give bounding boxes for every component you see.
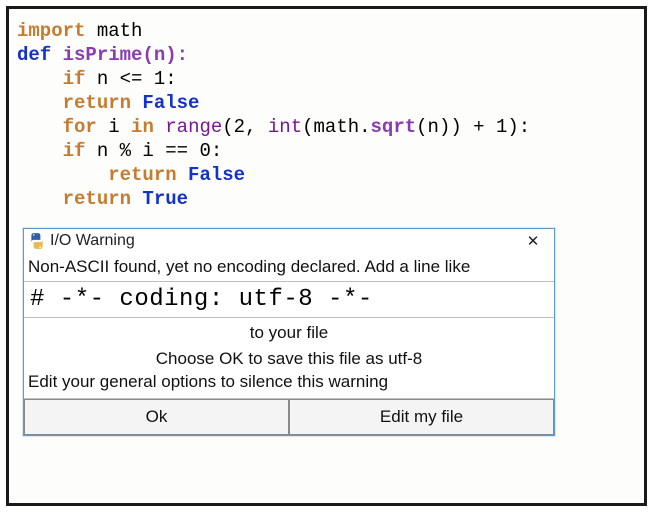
dialog-message-3: Choose OK to save this file as utf-8 <box>24 344 554 370</box>
args-close: (n)) + 1): <box>416 116 530 138</box>
builtin-int: int <box>268 116 302 138</box>
fn-params: (n): <box>142 44 188 66</box>
sqrt-call: sqrt <box>371 116 417 138</box>
kw-for: for <box>63 116 97 138</box>
kw-in: in <box>131 116 154 138</box>
edit-file-button[interactable]: Edit my file <box>289 399 554 435</box>
close-icon[interactable]: ✕ <box>518 232 548 250</box>
kw-return: return <box>63 92 131 114</box>
kw-return-3: return <box>63 188 131 210</box>
dialog-titlebar[interactable]: I/O Warning ✕ <box>24 229 554 252</box>
module-name: math <box>85 20 142 42</box>
dialog-message-4: Edit your general options to silence thi… <box>24 370 554 399</box>
dialog-title: I/O Warning <box>50 232 518 250</box>
args-open2: (math. <box>302 116 370 138</box>
warning-dialog: I/O Warning ✕ Non-ASCII found, yet no en… <box>23 228 555 436</box>
function-name: isPrime <box>51 44 142 66</box>
loop-var: i <box>97 116 131 138</box>
kw-if-2: if <box>63 140 86 162</box>
python-icon <box>28 232 46 250</box>
dialog-message-2: to your file <box>24 318 554 344</box>
bool-false-1: False <box>131 92 199 114</box>
args-open1: (2, <box>222 116 268 138</box>
ok-button[interactable]: Ok <box>24 399 289 435</box>
kw-return-2: return <box>108 164 176 186</box>
space <box>154 116 165 138</box>
dialog-message-1: Non-ASCII found, yet no encoding declare… <box>24 252 554 282</box>
dialog-code-line: # -*- coding: utf-8 -*- <box>24 282 554 318</box>
kw-import: import <box>17 20 85 42</box>
dialog-button-row: Ok Edit my file <box>24 399 554 435</box>
cond-2: n % i == 0: <box>85 140 222 162</box>
window-frame: import math def isPrime(n): if n <= 1: r… <box>6 6 647 506</box>
dialog-body: Non-ASCII found, yet no encoding declare… <box>24 252 554 435</box>
kw-if: if <box>63 68 86 90</box>
bool-false-2: False <box>177 164 245 186</box>
kw-def: def <box>17 44 51 66</box>
bool-true: True <box>131 188 188 210</box>
cond-1: n <= 1: <box>85 68 176 90</box>
builtin-range: range <box>165 116 222 138</box>
code-editor[interactable]: import math def isPrime(n): if n <= 1: r… <box>9 9 644 211</box>
